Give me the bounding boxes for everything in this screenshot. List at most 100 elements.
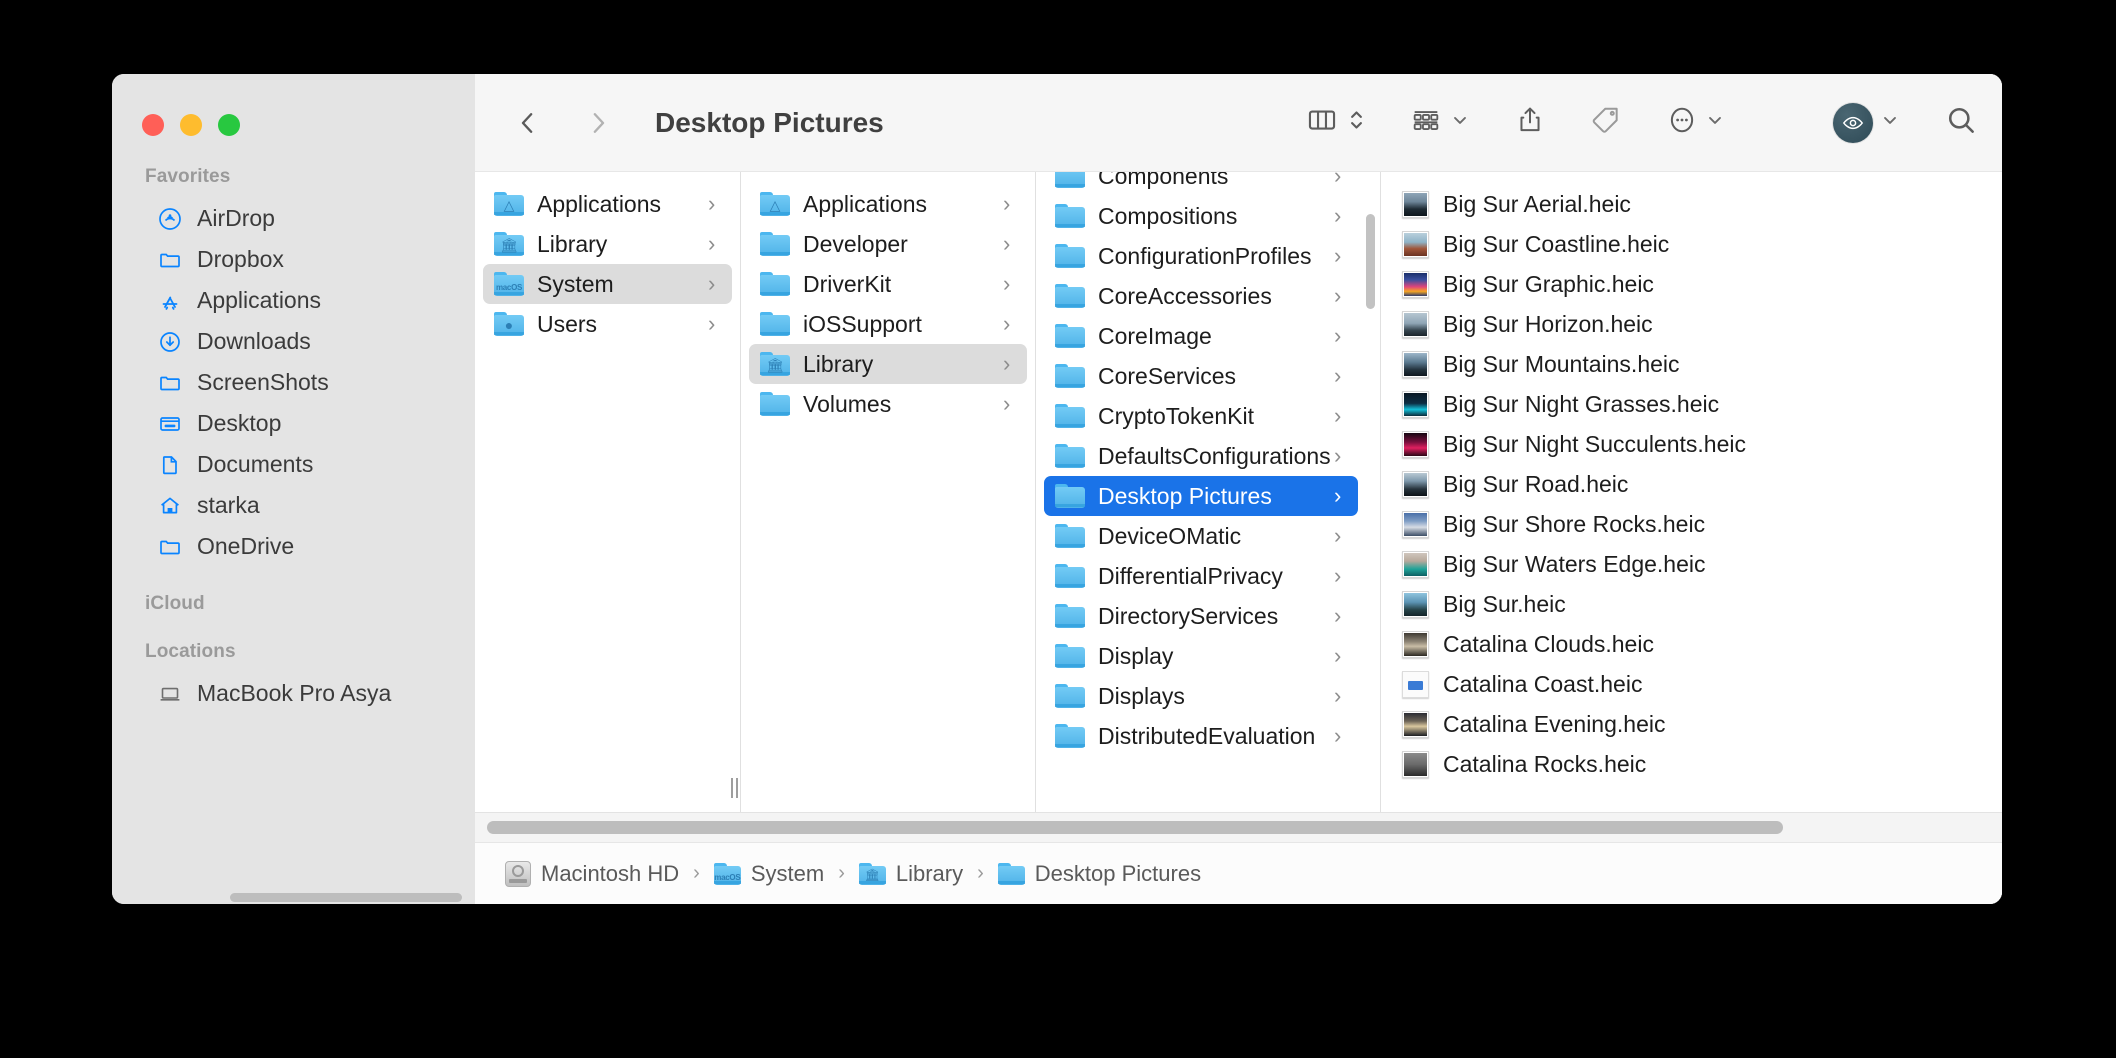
column-4-row-big-sur-road-heic[interactable]: Big Sur Road.heic [1389,464,1994,504]
more-actions-button[interactable] [1666,104,1725,141]
close-button[interactable] [142,114,164,136]
column-3-row-coreservices[interactable]: CoreServices › [1044,356,1358,396]
column-3-row-directoryservices[interactable]: DirectoryServices › [1044,596,1358,636]
column-4-row-catalina-clouds-heic[interactable]: Catalina Clouds.heic [1389,624,1994,664]
column-4-row-catalina-evening-heic[interactable]: Catalina Evening.heic [1389,704,1994,744]
horizontal-scrollbar-thumb[interactable] [487,821,1783,834]
sidebar-item-desktop[interactable]: Desktop [126,403,461,444]
column-3-row-coreaccessories[interactable]: CoreAccessories › [1044,276,1358,316]
column-4-row-big-sur-shore-rocks-heic[interactable]: Big Sur Shore Rocks.heic [1389,504,1994,544]
sidebar-item-airdrop[interactable]: AirDrop [126,198,461,239]
column-2-row-iossupport[interactable]: iOSSupport › [749,304,1027,344]
column-2-row-volumes[interactable]: Volumes › [749,384,1027,424]
chevron-down-icon[interactable] [1705,110,1725,135]
sidebar-item-onedrive[interactable]: OneDrive [126,526,461,567]
row-label: DistributedEvaluation [1098,722,1316,749]
search-icon[interactable] [1944,103,1978,142]
folder-icon [1054,323,1086,349]
tag-icon[interactable] [1590,104,1622,141]
column-4-row-big-sur-graphic-heic[interactable]: Big Sur Graphic.heic [1389,264,1994,304]
sidebar-item-screenshots[interactable]: ScreenShots [126,362,461,403]
group-by-icon[interactable] [1409,103,1443,142]
search-button[interactable] [1944,103,1978,142]
column-2-row-library[interactable]: 🏛 Library › [749,344,1027,384]
sidebar-scrollbar[interactable] [230,893,462,902]
column-2-row-driverkit[interactable]: DriverKit › [749,264,1027,304]
breadcrumb-macintosh-hd[interactable]: Macintosh HD [505,860,679,887]
column-1-resize-handle[interactable] [727,778,740,798]
sidebar-item-macbook-pro-asya[interactable]: MacBook Pro Asya [126,673,461,714]
column-3-row-configurationprofiles[interactable]: ConfigurationProfiles › [1044,236,1358,276]
column-3-row-displays[interactable]: Displays › [1044,676,1358,716]
column-4-row-big-sur-waters-edge-heic[interactable]: Big Sur Waters Edge.heic [1389,544,1994,584]
column-3-row-differentialprivacy[interactable]: DifferentialPrivacy › [1044,556,1358,596]
column-3-row-deviceomatic[interactable]: DeviceOMatic › [1044,516,1358,556]
sidebar-item-applications[interactable]: Applications [126,280,461,321]
ellipsis-circle-icon[interactable] [1666,104,1698,141]
column-2-row-developer[interactable]: Developer › [749,224,1027,264]
column-4-row-catalina-rocks-heic[interactable]: Catalina Rocks.heic [1389,744,1994,784]
folder-library-icon: 🏛 [493,231,525,257]
row-label: Big Sur Road.heic [1443,470,1629,497]
column-view-icon[interactable] [1305,103,1339,142]
column-1-row-applications[interactable]: △ Applications › [483,184,732,224]
column-3-row-desktop-pictures[interactable]: Desktop Pictures › [1044,476,1358,516]
column-4-row-big-sur-night-succulents-heic[interactable]: Big Sur Night Succulents.heic [1389,424,1994,464]
quicklook-button[interactable] [1833,102,1900,143]
column-4-row-big-sur-aerial-heic[interactable]: Big Sur Aerial.heic [1389,184,1994,224]
download-circle-icon [157,329,183,355]
sidebar-item-starka[interactable]: starka [126,485,461,526]
breadcrumb-system[interactable]: macOS System [713,861,824,887]
row-label: CryptoTokenKit [1098,402,1254,429]
column-3-row-compositions[interactable]: Compositions › [1044,196,1358,236]
sidebar-item-label: Documents [197,451,314,477]
sidebar-item-documents[interactable]: Documents [126,444,461,485]
breadcrumb-library[interactable]: 🏛 Library [858,861,963,887]
column-3-row-display[interactable]: Display › [1044,636,1358,676]
column-3-scrollbar[interactable] [1366,214,1375,309]
column-3-row-cryptotokenkit[interactable]: CryptoTokenKit › [1044,396,1358,436]
row-label: System [537,270,614,297]
column-4-row-big-sur-coastline-heic[interactable]: Big Sur Coastline.heic [1389,224,1994,264]
chevron-right-icon: › [1334,363,1342,388]
column-2-row-applications[interactable]: △ Applications › [749,184,1027,224]
up-down-chevron-icon[interactable] [1348,105,1365,140]
forward-button[interactable] [583,108,613,138]
column-1-row-users[interactable]: ● Users › [483,304,732,344]
column-3-row-coreimage[interactable]: CoreImage › [1044,316,1358,356]
sidebar-item-label: OneDrive [197,533,295,559]
minimize-button[interactable] [180,114,202,136]
column-4-row-big-sur-night-grasses-heic[interactable]: Big Sur Night Grasses.heic [1389,384,1994,424]
share-icon[interactable] [1514,104,1546,141]
folder-icon [1054,172,1086,189]
eye-icon[interactable] [1833,102,1873,143]
column-1-row-library[interactable]: 🏛 Library › [483,224,732,264]
horizontal-scrollbar-track[interactable] [475,812,2002,842]
tag-button[interactable] [1590,104,1622,141]
column-3-row-components[interactable]: Components › [1044,172,1358,196]
row-label: ConfigurationProfiles [1098,242,1312,269]
row-label: Users [537,310,598,337]
window-title: Desktop Pictures [655,106,884,138]
sidebar-item-downloads[interactable]: Downloads [126,321,461,362]
column-4-row-catalina-coast-heic[interactable]: Catalina Coast.heic [1389,664,1994,704]
chevron-down-icon[interactable] [1880,110,1900,135]
column-3-row-distributedevaluation[interactable]: DistributedEvaluation › [1044,716,1358,756]
back-button[interactable] [513,108,543,138]
breadcrumb-separator: › [838,862,845,884]
column-4-row-big-sur-heic[interactable]: Big Sur.heic [1389,584,1994,624]
folder-icon [1054,283,1086,309]
view-mode-group[interactable] [1305,103,1365,142]
maximize-button[interactable] [218,114,240,136]
chevron-down-icon[interactable] [1450,110,1470,135]
image-thumbnail-icon [1399,590,1431,618]
column-1-row-system[interactable]: macOS System › [483,264,732,304]
column-4-row-big-sur-mountains-heic[interactable]: Big Sur Mountains.heic [1389,344,1994,384]
sidebar-item-dropbox[interactable]: Dropbox [126,239,461,280]
column-3-row-defaultsconfigurations[interactable]: DefaultsConfigurations › [1044,436,1358,476]
sidebar-item-label: Dropbox [197,246,284,272]
group-by-button[interactable] [1409,103,1470,142]
breadcrumb-desktop-pictures[interactable]: Desktop Pictures [997,861,1201,887]
share-button[interactable] [1514,104,1546,141]
column-4-row-big-sur-horizon-heic[interactable]: Big Sur Horizon.heic [1389,304,1994,344]
